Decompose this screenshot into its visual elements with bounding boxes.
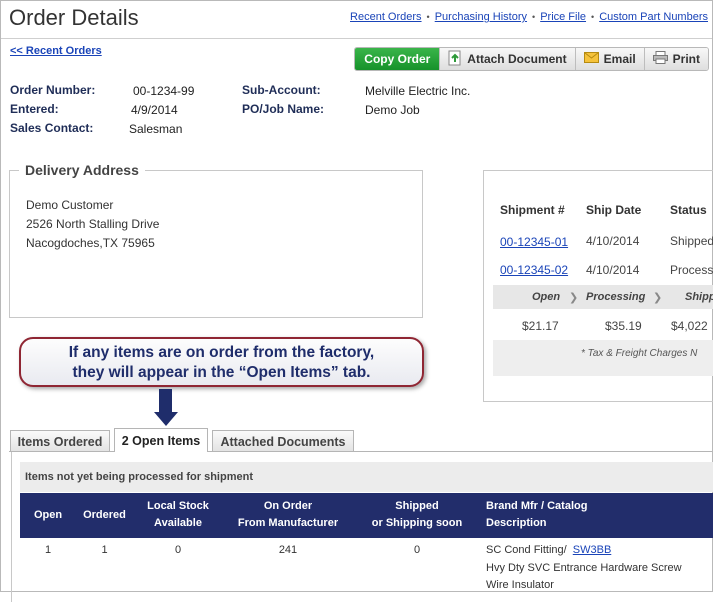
cell-brand: SC Cond Fitting/ SW3BB (486, 544, 611, 556)
callout-line: If any items are on order from the facto… (68, 344, 375, 361)
shipment-number-header: Shipment # (500, 203, 565, 217)
address-line: 2526 North Stalling Drive (26, 217, 160, 231)
brand-text: SC Cond Fitting/ (486, 544, 567, 556)
tab-items-ordered[interactable]: Items Ordered (10, 430, 110, 452)
bullet-separator: • (591, 12, 595, 22)
recent-orders-link[interactable]: Recent Orders (350, 11, 422, 23)
printer-icon (652, 51, 668, 67)
open-items-caption: Items not yet being processed for shipme… (20, 462, 713, 492)
copy-order-button[interactable]: Copy Order (355, 48, 440, 70)
sales-contact-label: Sales Contact: (10, 121, 94, 135)
print-button[interactable]: Print (643, 48, 708, 70)
stage-open: Open (532, 291, 561, 303)
address-line: Nacogdoches,TX 75965 (26, 236, 155, 250)
stage-shipped: Shipp (685, 291, 713, 303)
chevron-right-icon: ❯ (569, 292, 579, 304)
envelope-icon (583, 52, 599, 66)
ship-date-header: Ship Date (586, 203, 642, 217)
po-job-value: Demo Job (365, 103, 420, 117)
bullet-separator: • (532, 12, 536, 22)
cell-on-order: 241 (278, 544, 298, 556)
custom-part-numbers-link[interactable]: Custom Part Numbers (599, 11, 708, 23)
attach-document-button[interactable]: Attach Document (439, 48, 575, 70)
sub-account-value: Melville Electric Inc. (365, 84, 471, 98)
po-job-label: PO/Job Name: (242, 102, 325, 116)
item-description: Hvy Dty SVC Entrance Hardware Screw (486, 562, 682, 574)
attach-document-icon (448, 50, 462, 69)
entered-label: Entered: (10, 102, 59, 116)
delivery-address-title: Delivery Address (19, 162, 145, 178)
ship-date: 4/10/2014 (586, 263, 640, 277)
open-items-callout: If any items are on order from the facto… (19, 337, 424, 387)
cell-local-stock: 0 (174, 544, 182, 556)
col-brand: Brand Mfr / Catalog Description (486, 498, 666, 532)
col-local-stock: Local Stock Available (136, 498, 220, 532)
processing-amount: $35.19 (605, 319, 642, 333)
price-file-link[interactable]: Price File (540, 11, 586, 23)
col-open: Open (33, 509, 63, 521)
ship-date: 4/10/2014 (586, 234, 640, 248)
col-shipped: Shipped or Shipping soon (361, 498, 473, 532)
shipment-status: Process (670, 263, 713, 277)
back-to-recent-orders-link[interactable]: << Recent Orders (10, 45, 102, 57)
col-local-stock-line2: Available (154, 517, 202, 529)
callout-line: they will appear in the “Open Items” tab… (72, 364, 371, 381)
tab-open-items[interactable]: 2 Open Items (114, 428, 208, 452)
shipment-link[interactable]: 00-12345-02 (500, 263, 568, 277)
order-number-value: 00-1234-99 (133, 84, 195, 98)
entered-value: 4/9/2014 (131, 103, 178, 117)
col-on-order-line2: From Manufacturer (237, 517, 339, 529)
print-label: Print (672, 52, 700, 66)
col-shipped-line1: Shipped (395, 500, 439, 512)
col-shipped-line2: or Shipping soon (371, 517, 463, 529)
open-amount: $21.17 (522, 319, 559, 333)
email-button[interactable]: Email (574, 48, 644, 70)
status-header: Status (670, 203, 707, 217)
email-label: Email (603, 52, 636, 66)
address-line: Demo Customer (26, 198, 114, 212)
item-description: Wire Insulator (486, 579, 554, 591)
callout-arrow-icon (159, 389, 172, 413)
bullet-separator: • (426, 12, 430, 22)
tax-freight-note: * Tax & Freight Charges N (581, 348, 698, 359)
col-on-order-line1: On Order (263, 500, 313, 512)
arrow-down-icon (154, 412, 178, 426)
cell-open: 1 (44, 544, 52, 556)
top-links-nav: Recent Orders • Purchasing History • Pri… (350, 11, 708, 23)
col-brand-line1: Brand Mfr / Catalog (486, 500, 588, 512)
shipped-amount: $4,022 (671, 319, 708, 333)
chevron-right-icon: ❯ (653, 292, 663, 304)
sub-account-label: Sub-Account: (242, 83, 321, 97)
tab-attached-documents[interactable]: Attached Documents (212, 430, 354, 452)
cell-shipped: 0 (413, 544, 421, 556)
shipment-status: Shipped (670, 234, 713, 248)
col-ordered: Ordered (83, 509, 126, 521)
cell-ordered: 1 (101, 544, 108, 556)
title-divider (1, 38, 712, 39)
col-on-order: On Order From Manufacturer (226, 498, 350, 532)
catalog-link[interactable]: SW3BB (573, 544, 612, 556)
sales-contact-value: Salesman (129, 122, 183, 136)
stage-processing: Processing (586, 291, 646, 303)
order-toolbar: Copy Order Attach Document Email Print (354, 47, 709, 71)
attach-document-label: Attach Document (467, 52, 567, 66)
purchasing-history-link[interactable]: Purchasing History (435, 11, 527, 23)
page-title: Order Details (9, 5, 139, 30)
col-local-stock-line1: Local Stock (147, 500, 209, 512)
shipment-link[interactable]: 00-12345-01 (500, 235, 568, 249)
col-brand-line2: Description (486, 517, 547, 529)
order-number-label: Order Number: (10, 83, 96, 97)
copy-order-label: Copy Order (364, 52, 431, 66)
